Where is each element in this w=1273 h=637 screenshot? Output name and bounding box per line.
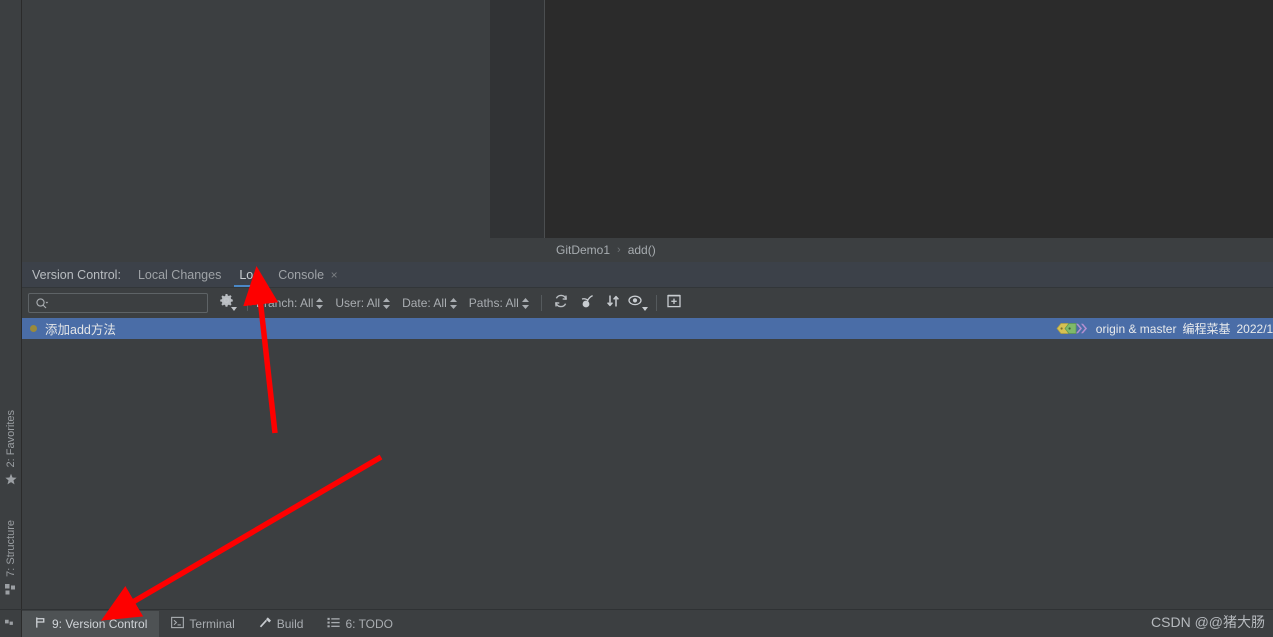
editor-gutter (490, 0, 545, 238)
chevron-down-icon (641, 299, 648, 317)
refresh-button[interactable] (550, 292, 572, 314)
version-control-panel: Version Control: Local Changes Log Conso… (22, 262, 1273, 609)
status-bar-item-build[interactable]: Build (247, 611, 316, 637)
list-icon (327, 616, 341, 632)
editor-left-strip (0, 0, 22, 262)
chevron-down-icon (230, 299, 237, 317)
commit-date: 2022/11 (1236, 321, 1273, 336)
spinner-icon (316, 297, 324, 309)
breadcrumb-separator-icon: › (617, 244, 621, 256)
settings-button[interactable] (219, 293, 239, 313)
status-bar: 9: Version Control Terminal Build 6: TOD… (0, 609, 1273, 637)
log-list-body[interactable] (22, 339, 1273, 607)
editor-area: GitDemo1 › add() (0, 0, 1273, 262)
commit-message: 添加add方法 (45, 323, 116, 337)
table-row[interactable]: 添加add方法 origin & master 编程菜基 2022/11 (22, 318, 1273, 339)
star-icon (5, 472, 17, 490)
search-icon (35, 297, 49, 310)
spinner-icon (383, 297, 391, 309)
breadcrumb-filler (22, 238, 490, 262)
terminal-icon (171, 616, 185, 632)
status-bar-item-todo[interactable]: 6: TODO (315, 611, 405, 637)
editor-left-pane (22, 0, 490, 238)
tab-console[interactable]: Console × (269, 268, 346, 287)
filter-date-label: Date: All (402, 296, 447, 310)
filter-paths[interactable]: Paths: All (469, 296, 529, 310)
commit-meta: origin & master 编程菜基 2022/11 (1056, 318, 1273, 339)
left-tool-strip: 2: Favorites 7: Structure (0, 262, 22, 609)
tool-button-favorites-label: 2: Favorites (5, 410, 17, 468)
commit-author: 编程菜基 (1182, 322, 1231, 336)
status-bar-item-terminal[interactable]: Terminal (159, 611, 246, 637)
toolbar-separator-2 (540, 295, 542, 311)
spinner-icon (449, 297, 457, 309)
refresh-icon (553, 293, 569, 314)
intellisort-button[interactable] (602, 292, 624, 314)
filter-date[interactable]: Date: All (402, 296, 457, 310)
status-bar-item-version-control-label: 9: Version Control (52, 616, 148, 631)
breadcrumb-item-class[interactable]: GitDemo1 (556, 243, 610, 257)
show-button[interactable] (628, 292, 650, 314)
toolbar-separator-3 (655, 295, 657, 311)
hammer-icon (259, 616, 272, 632)
breadcrumb: GitDemo1 › add() (490, 238, 1273, 262)
version-control-header: Version Control: Local Changes Log Conso… (22, 262, 1273, 288)
show-details-button[interactable] (663, 292, 685, 314)
filter-branch-label: Branch: All (256, 296, 314, 310)
structure-grid-icon (5, 583, 17, 601)
toolbar-separator-1 (247, 295, 248, 311)
breadcrumb-item-method[interactable]: add() (628, 243, 656, 257)
tool-button-structure-label: 7: Structure (5, 520, 17, 577)
status-bar-item-todo-label: 6: TODO (345, 616, 394, 631)
structure-grid-icon (5, 615, 16, 633)
filter-user-label: User: All (335, 296, 381, 310)
commit-refs: origin & master (1095, 321, 1177, 336)
tab-local-changes[interactable]: Local Changes (129, 268, 230, 287)
sort-icon (605, 293, 621, 314)
panel-title: Version Control: (32, 268, 121, 282)
filter-user[interactable]: User: All (335, 296, 391, 310)
status-bar-item-version-control[interactable]: 9: Version Control (22, 610, 160, 637)
filter-paths-label: Paths: All (468, 296, 519, 310)
tool-button-favorites[interactable]: 2: Favorites (0, 410, 22, 490)
status-bar-item-build-label: Build (276, 616, 304, 631)
log-toolbar: Branch: All User: All Date: All Paths: A… (22, 288, 1273, 318)
tab-console-label: Console (278, 268, 325, 282)
branch-icon (34, 616, 47, 632)
watermark: CSDN @@猪大肠 (1151, 614, 1265, 630)
tab-log[interactable]: Log (230, 268, 269, 287)
cherry-pick-button[interactable] (576, 292, 598, 314)
editor-code-area[interactable] (546, 0, 1273, 238)
filter-branch[interactable]: Branch: All (256, 296, 324, 310)
ide-window: GitDemo1 › add() 2: Favorites 7: Structu… (0, 0, 1273, 637)
cherry-pick-icon (579, 293, 595, 314)
commit-node-icon (30, 325, 37, 332)
status-bar-left-pad (0, 609, 22, 637)
spinner-icon (521, 297, 529, 309)
tool-button-structure[interactable]: 7: Structure (0, 520, 22, 601)
close-icon[interactable]: × (331, 268, 338, 282)
status-bar-item-terminal-label: Terminal (189, 616, 235, 631)
show-details-icon (666, 293, 682, 314)
branch-tag-icon (1056, 322, 1090, 335)
search-input[interactable] (28, 293, 208, 313)
